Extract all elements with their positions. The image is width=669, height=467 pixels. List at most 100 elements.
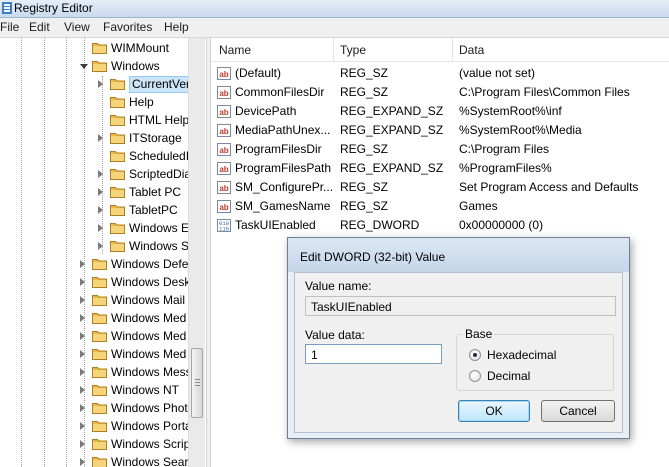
value-name-field: TaskUIEnabled	[305, 296, 616, 316]
expand-arrow-icon[interactable]	[98, 134, 103, 142]
folder-icon	[92, 421, 107, 432]
tree-item-label: Windows	[111, 59, 160, 73]
tree-item-label: Windows S	[129, 239, 190, 253]
title-bar[interactable]: Registry Editor	[0, 0, 669, 18]
expand-arrow-icon[interactable]	[80, 404, 85, 412]
svg-text:ab: ab	[219, 108, 228, 117]
hexadecimal-radio[interactable]	[469, 349, 481, 361]
collapse-arrow-icon[interactable]	[80, 64, 88, 69]
value-type-cell: REG_SZ	[340, 85, 389, 99]
column-header-type[interactable]: Type	[340, 43, 366, 57]
list-row[interactable]: ab SM_GamesName REG_SZ Games	[211, 197, 669, 216]
folder-icon	[110, 97, 125, 108]
expand-arrow-icon[interactable]	[80, 422, 85, 430]
string-value-icon: ab	[217, 124, 231, 137]
ok-button[interactable]: OK	[458, 400, 530, 422]
expand-arrow-icon[interactable]	[80, 440, 85, 448]
decimal-radio[interactable]	[469, 370, 481, 382]
list-row[interactable]: 010 110 TaskUIEnabled REG_DWORD 0x00000000 (…	[211, 216, 669, 235]
expand-arrow-icon[interactable]	[80, 458, 85, 466]
expand-arrow-icon[interactable]	[80, 368, 85, 376]
value-data-input[interactable]: 1	[305, 344, 442, 364]
dialog-title-bar[interactable]: Edit DWORD (32-bit) Value	[288, 238, 629, 272]
tree-guide-line	[44, 38, 45, 467]
hexadecimal-label[interactable]: Hexadecimal	[487, 348, 556, 362]
list-row[interactable]: ab (Default) REG_SZ (value not set)	[211, 64, 669, 83]
list-row[interactable]: ab SM_ConfigurePr... REG_SZ Set Program Acc…	[211, 178, 669, 197]
expand-arrow-icon[interactable]	[80, 332, 85, 340]
folder-icon	[110, 115, 125, 126]
registry-tree[interactable]: WIMMount Windows CurrentVer Help HTML Help IT…	[0, 38, 206, 467]
expand-arrow-icon[interactable]	[80, 350, 85, 358]
registry-icon	[2, 2, 12, 14]
menu-help[interactable]: Help	[164, 20, 189, 34]
tree-item-label: Windows Mess	[111, 365, 192, 379]
value-name-cell: MediaPathUnex...	[235, 123, 331, 137]
expand-arrow-icon[interactable]	[80, 278, 85, 286]
svg-text:110: 110	[219, 226, 229, 233]
tree-item-label: Windows Med	[111, 347, 187, 361]
column-header-name[interactable]: Name	[219, 43, 251, 57]
tree-scrollbar-thumb[interactable]	[191, 348, 203, 418]
value-data-cell: 0x00000000 (0)	[459, 218, 544, 232]
expand-arrow-icon[interactable]	[98, 206, 103, 214]
folder-icon	[110, 223, 125, 234]
tree-guide-line	[66, 38, 67, 467]
list-row[interactable]: ab CommonFilesDir REG_SZ C:\Program Files\C…	[211, 83, 669, 102]
expand-arrow-icon[interactable]	[80, 386, 85, 394]
tree-item-label: Windows Porta	[111, 419, 192, 433]
value-data-cell: C:\Program Files\Common Files	[459, 85, 630, 99]
tree-item-label: Windows Defe	[111, 257, 189, 271]
cancel-button[interactable]: Cancel	[541, 400, 615, 422]
svg-text:ab: ab	[219, 146, 228, 155]
menu-favorites[interactable]: Favorites	[103, 20, 152, 34]
expand-arrow-icon[interactable]	[98, 80, 103, 88]
folder-icon	[110, 187, 125, 198]
decimal-label[interactable]: Decimal	[487, 369, 530, 383]
column-header-data[interactable]: Data	[459, 43, 484, 57]
expand-arrow-icon[interactable]	[80, 296, 85, 304]
expand-arrow-icon[interactable]	[98, 242, 103, 250]
tree-item-label: CurrentVer	[129, 76, 194, 93]
string-value-icon: ab	[217, 105, 231, 118]
value-type-cell: REG_SZ	[340, 66, 389, 80]
value-type-cell: REG_SZ	[340, 142, 389, 156]
folder-icon	[110, 151, 125, 162]
expand-arrow-icon[interactable]	[98, 224, 103, 232]
base-label: Base	[463, 327, 495, 341]
base-groupbox: Base Hexadecimal Decimal	[456, 327, 614, 391]
menu-file[interactable]: File	[0, 20, 19, 34]
folder-icon	[92, 439, 107, 450]
list-row[interactable]: ab ProgramFilesDir REG_SZ C:\Program Files	[211, 140, 669, 159]
value-type-cell: REG_SZ	[340, 199, 389, 213]
string-value-icon: ab	[217, 162, 231, 175]
value-name-cell: SM_GamesName	[235, 199, 331, 213]
folder-icon	[92, 367, 107, 378]
folder-icon	[92, 331, 107, 342]
expand-arrow-icon[interactable]	[98, 188, 103, 196]
list-row[interactable]: ab DevicePath REG_EXPAND_SZ %SystemRoot%\in…	[211, 102, 669, 121]
folder-icon	[110, 241, 125, 252]
value-type-cell: REG_EXPAND_SZ	[340, 123, 444, 137]
tree-item-label: Windows Sear	[111, 455, 189, 467]
svg-text:ab: ab	[219, 89, 228, 98]
list-row[interactable]: ab ProgramFilesPath REG_EXPAND_SZ %ProgramF…	[211, 159, 669, 178]
folder-icon	[92, 277, 107, 288]
svg-text:ab: ab	[219, 70, 228, 79]
menu-view[interactable]: View	[64, 20, 90, 34]
tree-item-label: ScheduledI	[129, 149, 190, 163]
binary-value-icon: 010110	[217, 219, 231, 232]
tree-scrollbar[interactable]	[188, 38, 205, 467]
tree-item-label: Help	[129, 95, 154, 109]
tree-guide-line	[21, 38, 22, 467]
expand-arrow-icon[interactable]	[80, 314, 85, 322]
expand-arrow-icon[interactable]	[80, 260, 85, 268]
folder-icon	[92, 43, 107, 54]
list-row[interactable]: ab MediaPathUnex... REG_EXPAND_SZ %SystemRo…	[211, 121, 669, 140]
window-title: Registry Editor	[14, 1, 93, 15]
expand-arrow-icon[interactable]	[98, 170, 103, 178]
list-header: Name Type Data	[211, 38, 669, 62]
menu-edit[interactable]: Edit	[29, 20, 50, 34]
value-type-cell: REG_DWORD	[340, 218, 420, 232]
folder-icon	[92, 313, 107, 324]
